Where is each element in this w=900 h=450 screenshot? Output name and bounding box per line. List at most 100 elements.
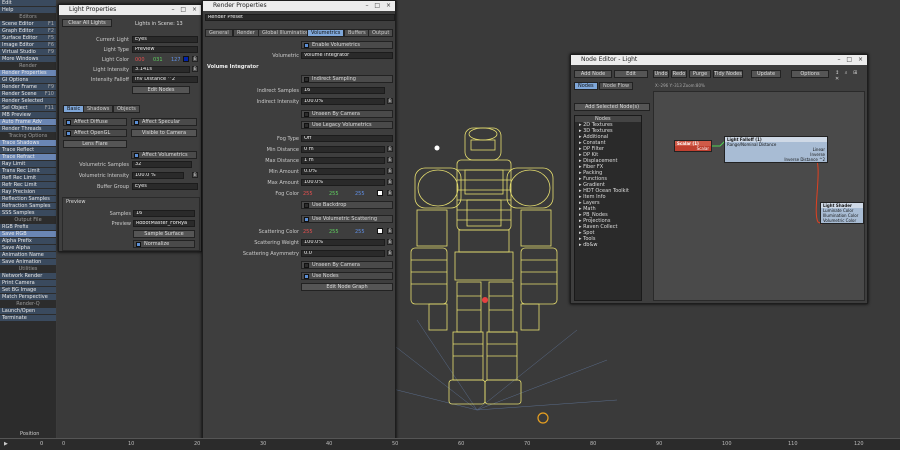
clear-all-lights-button[interactable]: Clear All Lights — [62, 19, 112, 27]
menu-item[interactable]: Save Animation — [0, 259, 56, 266]
menu-item[interactable]: Refr Rec Limit — [0, 182, 56, 189]
menu-item[interactable]: Ray Limit — [0, 161, 56, 168]
light-intensity-field[interactable]: 3.141s — [132, 66, 190, 73]
render-preset-select[interactable]: Render Preset — [205, 14, 395, 21]
normalize-checkbox[interactable]: Normalize — [133, 240, 195, 248]
indirect-samples-field[interactable]: 16 — [301, 87, 385, 94]
menu-item[interactable]: Trans Rec Limit — [0, 168, 56, 175]
enable-volumetrics-checkbox[interactable]: Enable Volumetrics — [301, 41, 393, 49]
menu-item[interactable]: Render Threads — [0, 126, 56, 133]
min-distance-field[interactable]: 0 m — [301, 146, 385, 153]
menu-item[interactable]: More Windows — [0, 56, 56, 63]
current-light-select[interactable]: Eyes — [132, 36, 198, 43]
vol-samples-field[interactable]: 32 — [132, 161, 192, 168]
menu-item[interactable]: Surface Editor F5 — [0, 35, 56, 42]
menu-item[interactable]: GI Options — [0, 77, 56, 84]
tab-buffers[interactable]: Buffers — [344, 29, 370, 37]
buffer-group-select[interactable]: Eyes — [132, 183, 198, 190]
fog-color-swatch[interactable] — [377, 190, 383, 196]
node-editor-titlebar[interactable]: Node Editor - Light – □ × — [571, 55, 867, 65]
light-shader-node[interactable]: Light Shader Luminate Color Illumination… — [820, 202, 864, 224]
menu-item[interactable]: Save RGB — [0, 231, 56, 238]
use-legacy-volumetrics-checkbox[interactable]: Use Legacy Volumetrics — [301, 121, 393, 129]
light-color-b[interactable]: 127 — [171, 57, 181, 63]
menu-item[interactable]: Scene Editor F1 — [0, 21, 56, 28]
menu-item[interactable]: Set BG Image — [0, 287, 56, 294]
affect-volumetrics-checkbox[interactable]: Affect Volumetrics — [131, 151, 197, 159]
fog-color-g[interactable]: 255 — [329, 191, 339, 197]
menu-item[interactable]: Trace Shadows — [0, 140, 56, 147]
envelope-icon[interactable]: E — [387, 228, 393, 234]
node-tree[interactable]: Nodes ▸ 2D Textures ▸ 3D Textures ▸ Additi… — [574, 115, 642, 301]
window-controls-icon[interactable]: – □ × — [365, 1, 393, 11]
scattering-color-g[interactable]: 255 — [329, 229, 339, 235]
envelope-icon[interactable]: E — [192, 56, 198, 62]
use-nodes-checkbox[interactable]: Use Nodes — [301, 272, 393, 280]
node-tree-item[interactable]: ▸ db&w — [575, 242, 641, 248]
menu-item[interactable]: Match Perspective — [0, 294, 56, 301]
fog-color-b[interactable]: 255 — [355, 191, 365, 197]
fog-color-r[interactable]: 255 — [303, 191, 313, 197]
menu-item[interactable]: Alpha Prefix — [0, 238, 56, 245]
menu-item[interactable]: Network Render — [0, 273, 56, 280]
tab-render[interactable]: Render — [233, 29, 259, 37]
visible-to-camera-button[interactable]: Visible to Camera — [131, 129, 197, 137]
node-view-icons[interactable]: ↕ ⌕ ⊞ ✕ — [835, 70, 867, 82]
edit-node-graph-button[interactable]: Edit Node Graph — [301, 283, 393, 291]
affect-opengl-checkbox[interactable]: Affect OpenGL — [63, 129, 127, 137]
node-graph-canvas[interactable]: Scalar (1) Scalar Light Falloff (1) Rang… — [653, 91, 865, 301]
tab-node-flow[interactable]: Node Flow — [599, 82, 634, 90]
tab-volumetrics[interactable]: Volumetrics — [307, 29, 345, 37]
scalar-node-output[interactable]: Scalar — [675, 146, 711, 151]
tab-global-illumination[interactable]: Global Illumination — [258, 29, 314, 37]
tab-objects[interactable]: Objects — [113, 105, 140, 113]
scalar-node[interactable]: Scalar (1) Scalar — [674, 140, 712, 152]
tab-output[interactable]: Output — [368, 29, 394, 37]
tab-shadows[interactable]: Shadows — [83, 105, 114, 113]
max-amount-field[interactable]: 100.0% — [301, 179, 385, 186]
menu-item[interactable]: Save Alpha — [0, 245, 56, 252]
menu-item[interactable]: Edit — [0, 0, 56, 7]
light-falloff-node-out-inverse-sq[interactable]: Inverse Distance ^2 — [725, 157, 827, 162]
menu-item[interactable]: Ray Precision — [0, 189, 56, 196]
render-properties-titlebar[interactable]: Render Properties – □ × — [203, 1, 395, 11]
envelope-icon[interactable]: E — [192, 66, 198, 72]
max-distance-field[interactable]: 1 m — [301, 157, 385, 164]
scattering-color-swatch[interactable] — [377, 228, 383, 234]
window-controls-icon[interactable]: – □ × — [171, 5, 199, 15]
tab-nodes[interactable]: Nodes — [574, 82, 598, 90]
light-color-swatch[interactable] — [183, 56, 189, 62]
affect-diffuse-checkbox[interactable]: Affect Diffuse — [63, 118, 127, 126]
window-controls-icon[interactable]: – □ × — [837, 55, 865, 65]
edit-menu-button[interactable]: Edit — [614, 70, 648, 78]
menu-item[interactable]: Image Editor F6 — [0, 42, 56, 49]
envelope-icon[interactable]: E — [387, 168, 393, 174]
menu-item[interactable]: Auto Frame Adv — [0, 119, 56, 126]
menu-item[interactable]: SSS Samples — [0, 210, 56, 217]
menu-item[interactable]: Render Scene F10 — [0, 91, 56, 98]
preview-select[interactable]: RobotMaster_ForRya — [133, 220, 195, 227]
scattering-color-b[interactable]: 255 — [355, 229, 365, 235]
edit-nodes-button[interactable]: Edit Nodes — [132, 86, 190, 94]
menu-item[interactable]: Help — [0, 7, 56, 14]
envelope-icon[interactable]: E — [387, 179, 393, 185]
menu-item[interactable]: Reflection Samples — [0, 196, 56, 203]
menu-item[interactable]: Refl Rec Limit — [0, 175, 56, 182]
samples-field[interactable]: 16 — [133, 210, 195, 217]
update-button[interactable]: Update — [751, 70, 781, 78]
menu-item[interactable]: Print Camera — [0, 280, 56, 287]
menu-item[interactable]: Launch/Open — [0, 308, 56, 315]
tidy-nodes-button[interactable]: Tidy Nodes — [713, 70, 743, 78]
light-color-r[interactable]: 000 — [135, 57, 145, 63]
vol-intensity-field[interactable]: 100.0 % — [132, 172, 184, 179]
indirect-intensity-field[interactable]: 100.0% — [301, 98, 385, 105]
add-selected-nodes-button[interactable]: Add Selected Node(s) — [574, 103, 650, 111]
menu-item[interactable]: Render Selected — [0, 98, 56, 105]
envelope-icon[interactable]: E — [387, 190, 393, 196]
timeline-bar[interactable]: Position ▶ 0 0 10 20 30 40 50 60 70 80 90 100 110 12… — [0, 431, 900, 450]
use-volumetric-scattering-checkbox[interactable]: Use Volumetric Scattering — [301, 215, 393, 223]
light-shader-in-volumetric[interactable]: Volumetric Color — [821, 218, 863, 223]
tab-basic[interactable]: Basic — [63, 105, 85, 113]
menu-item[interactable]: Sel Object F11 — [0, 105, 56, 112]
sample-surface-button[interactable]: Sample Surface — [133, 230, 195, 238]
